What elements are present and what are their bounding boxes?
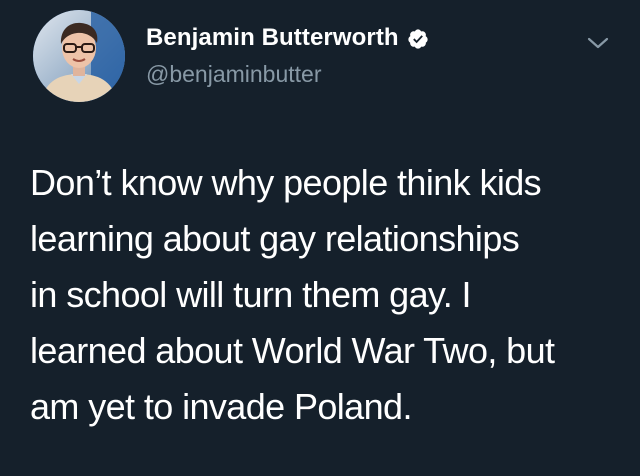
tweet-text-line: Don’t know why people think kids: [30, 162, 542, 203]
author-handle[interactable]: @benjaminbutter: [146, 60, 322, 88]
chevron-down-icon[interactable]: [585, 34, 611, 52]
author-name-row: Benjamin Butterworth: [146, 24, 429, 52]
avatar[interactable]: [33, 10, 125, 102]
tweet-text-line: am yet to invade Poland.: [30, 386, 412, 427]
tweet-text: Don’t know why people think kids learnin…: [30, 155, 630, 435]
profile-photo: [33, 10, 125, 102]
tweet-card: Benjamin Butterworth @benjaminbutter Don…: [0, 0, 640, 476]
tweet-text-line: in school will turn them gay. I: [30, 274, 472, 315]
tweet-text-line: learned about World War Two, but: [30, 330, 555, 371]
author-display-name[interactable]: Benjamin Butterworth: [146, 24, 399, 52]
verified-badge-icon: [407, 28, 429, 50]
tweet-text-line: learning about gay relationships: [30, 218, 520, 259]
